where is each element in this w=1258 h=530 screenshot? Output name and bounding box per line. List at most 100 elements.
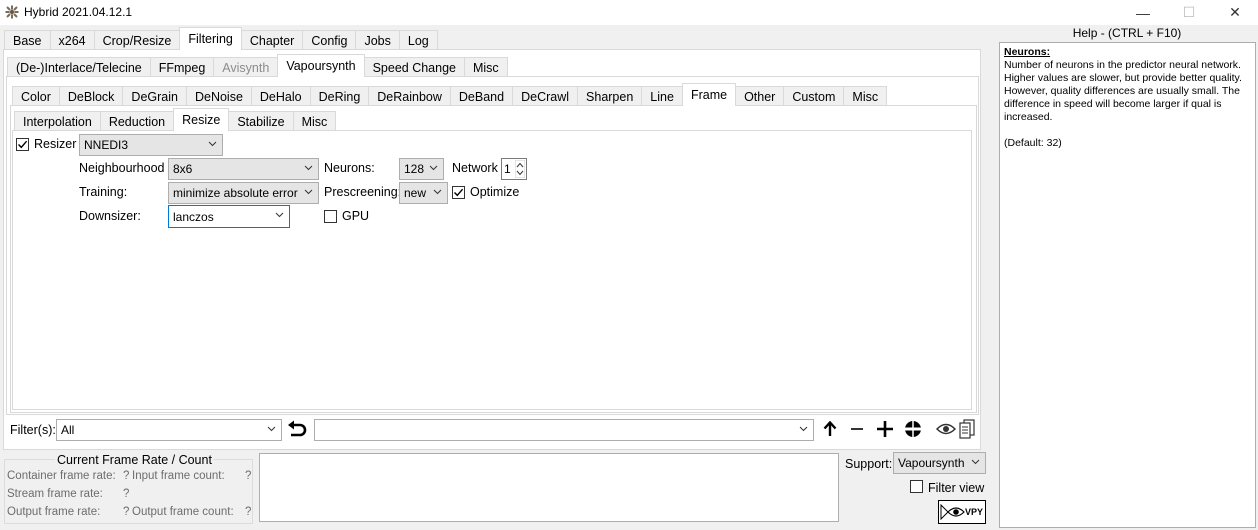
- maximize-button[interactable]: ☐: [1166, 0, 1212, 25]
- vs-tab-misc[interactable]: Misc: [843, 86, 888, 106]
- minimize-button[interactable]: —: [1120, 0, 1166, 25]
- filter-tab-misc[interactable]: Misc: [463, 57, 508, 77]
- container-frame-rate-value: ?: [123, 470, 130, 482]
- filter-tab-bar: (De-)Interlace/Telecine FFmpeg Avisynth Vap…: [7, 53, 508, 77]
- tab-filtering[interactable]: Filtering: [179, 27, 242, 50]
- neurons-value: 128: [404, 162, 425, 176]
- reset-button[interactable]: [902, 418, 924, 440]
- filter-tab-de-interlace-telecine[interactable]: (De-)Interlace/Telecine: [7, 57, 151, 77]
- neurons-select[interactable]: 128: [399, 158, 444, 180]
- output-frame-count-label: Output frame count:: [132, 506, 234, 518]
- resizer-checkbox[interactable]: [16, 138, 29, 151]
- input-frame-count-value: ?: [245, 470, 252, 482]
- resizer-select[interactable]: NNEDI3: [79, 134, 223, 156]
- preview-button[interactable]: [935, 418, 957, 440]
- remove-button[interactable]: [846, 418, 868, 440]
- resizer-label: Resizer: [34, 137, 77, 151]
- clipboard-icon: [959, 419, 975, 439]
- frame-tab-reduction[interactable]: Reduction: [99, 111, 175, 131]
- network-spinbox[interactable]: 1: [501, 158, 527, 180]
- training-select[interactable]: minimize absolute error: [168, 182, 319, 204]
- frame-tab-stabilize[interactable]: Stabilize: [228, 111, 294, 131]
- minus-icon: [851, 428, 863, 430]
- spin-arrows-icon[interactable]: [515, 160, 525, 178]
- output-frame-count-value: ?: [245, 506, 252, 518]
- prescreening-label: Prescreening:: [324, 185, 402, 199]
- chevron-down-icon: [429, 165, 438, 171]
- filters-label: Filter(s):: [10, 423, 56, 437]
- filter-tab-avisynth[interactable]: Avisynth: [213, 57, 279, 77]
- chevron-down-icon: [304, 189, 313, 195]
- vs-tab-dering[interactable]: DeRing: [309, 86, 370, 106]
- vs-tab-derainbow[interactable]: DeRainbow: [368, 86, 451, 106]
- tab-base[interactable]: Base: [4, 30, 51, 50]
- tab-config[interactable]: Config: [302, 30, 357, 50]
- vs-tab-frame[interactable]: Frame: [681, 83, 737, 106]
- filter-order-select[interactable]: [314, 419, 814, 441]
- tab-log[interactable]: Log: [398, 30, 438, 50]
- vs-tab-denoise[interactable]: DeNoise: [185, 86, 252, 106]
- eye-icon: [936, 423, 956, 435]
- filter-view-checkbox[interactable]: [910, 480, 923, 493]
- add-button[interactable]: [874, 418, 896, 440]
- film-eye-icon: [940, 504, 965, 520]
- app-icon: [5, 5, 19, 19]
- vs-tab-other[interactable]: Other: [735, 86, 785, 106]
- check-icon: [454, 188, 464, 197]
- stream-frame-rate-value: ?: [123, 488, 130, 500]
- undo-button[interactable]: [286, 418, 308, 440]
- filter-tab-speed-change[interactable]: Speed Change: [363, 57, 465, 77]
- support-value: Vapoursynth: [898, 456, 965, 470]
- gpu-checkbox[interactable]: [324, 210, 337, 223]
- filters-select[interactable]: All: [56, 419, 282, 441]
- vpy-preview-button[interactable]: VPY: [938, 500, 986, 524]
- tab-chapter[interactable]: Chapter: [240, 30, 304, 50]
- vpy-label: VPY: [964, 507, 983, 517]
- close-icon: ✕: [1229, 4, 1241, 20]
- frame-tab-resize[interactable]: Resize: [173, 108, 230, 131]
- copy-button[interactable]: [956, 418, 978, 440]
- reset-icon: [905, 421, 921, 437]
- vs-tab-custom[interactable]: Custom: [783, 86, 845, 106]
- frame-tab-misc[interactable]: Misc: [292, 111, 337, 131]
- title-bar: Hybrid 2021.04.12.1 — ☐ ✕: [0, 0, 1258, 25]
- vs-tab-deblock[interactable]: DeBlock: [58, 86, 124, 106]
- vapoursynth-tab-bar: Color DeBlock DeGrain DeNoise DeHalo DeRing De…: [12, 82, 888, 106]
- vs-tab-deband[interactable]: DeBand: [449, 86, 514, 106]
- neighbourhood-value: 8x6: [173, 162, 193, 176]
- vs-tab-sharpen[interactable]: Sharpen: [577, 86, 643, 106]
- vs-tab-dehalo[interactable]: DeHalo: [250, 86, 311, 106]
- gpu-label: GPU: [342, 209, 370, 223]
- neighbourhood-select[interactable]: 8x6: [168, 158, 319, 180]
- close-button[interactable]: ✕: [1212, 0, 1258, 25]
- tab-x264[interactable]: x264: [49, 30, 95, 50]
- chevron-down-icon: [799, 426, 808, 432]
- downsizer-value: lanczos: [173, 209, 214, 224]
- main-tab-bar: Base x264 Crop/Resize Filtering Chapter Confi…: [4, 26, 438, 50]
- vs-tab-color[interactable]: Color: [12, 86, 60, 106]
- optimize-label: Optimize: [470, 185, 520, 199]
- move-up-button[interactable]: [819, 418, 841, 440]
- minimize-icon: —: [1136, 4, 1150, 21]
- downsizer-select[interactable]: lanczos: [168, 205, 290, 228]
- prescreening-select[interactable]: new: [399, 182, 448, 204]
- filters-value: All: [61, 423, 75, 437]
- tab-crop-resize[interactable]: Crop/Resize: [93, 30, 181, 50]
- filter-tab-vapoursynth[interactable]: Vapoursynth: [277, 54, 365, 77]
- output-frame-rate-label: Output frame rate:: [7, 506, 101, 518]
- support-select[interactable]: Vapoursynth: [893, 452, 986, 474]
- tab-jobs[interactable]: Jobs: [355, 30, 400, 50]
- help-title: Help - (CTRL + F10): [1072, 26, 1182, 40]
- frame-tab-interpolation[interactable]: Interpolation: [14, 111, 101, 131]
- vs-tab-degrain[interactable]: DeGrain: [122, 86, 187, 106]
- filter-tab-ffmpeg[interactable]: FFmpeg: [149, 57, 215, 77]
- undo-icon: [288, 420, 307, 437]
- help-panel: Neurons: Number of neurons in the predic…: [999, 42, 1256, 528]
- script-textarea[interactable]: [259, 453, 839, 522]
- container-frame-rate-label: Container frame rate:: [7, 470, 116, 482]
- optimize-checkbox[interactable]: [452, 186, 465, 199]
- vs-tab-decrawl[interactable]: DeCrawl: [512, 86, 579, 106]
- arrow-up-icon: [823, 421, 837, 436]
- frame-rate-title: Current Frame Rate / Count: [55, 453, 214, 467]
- vs-tab-line[interactable]: Line: [641, 86, 683, 106]
